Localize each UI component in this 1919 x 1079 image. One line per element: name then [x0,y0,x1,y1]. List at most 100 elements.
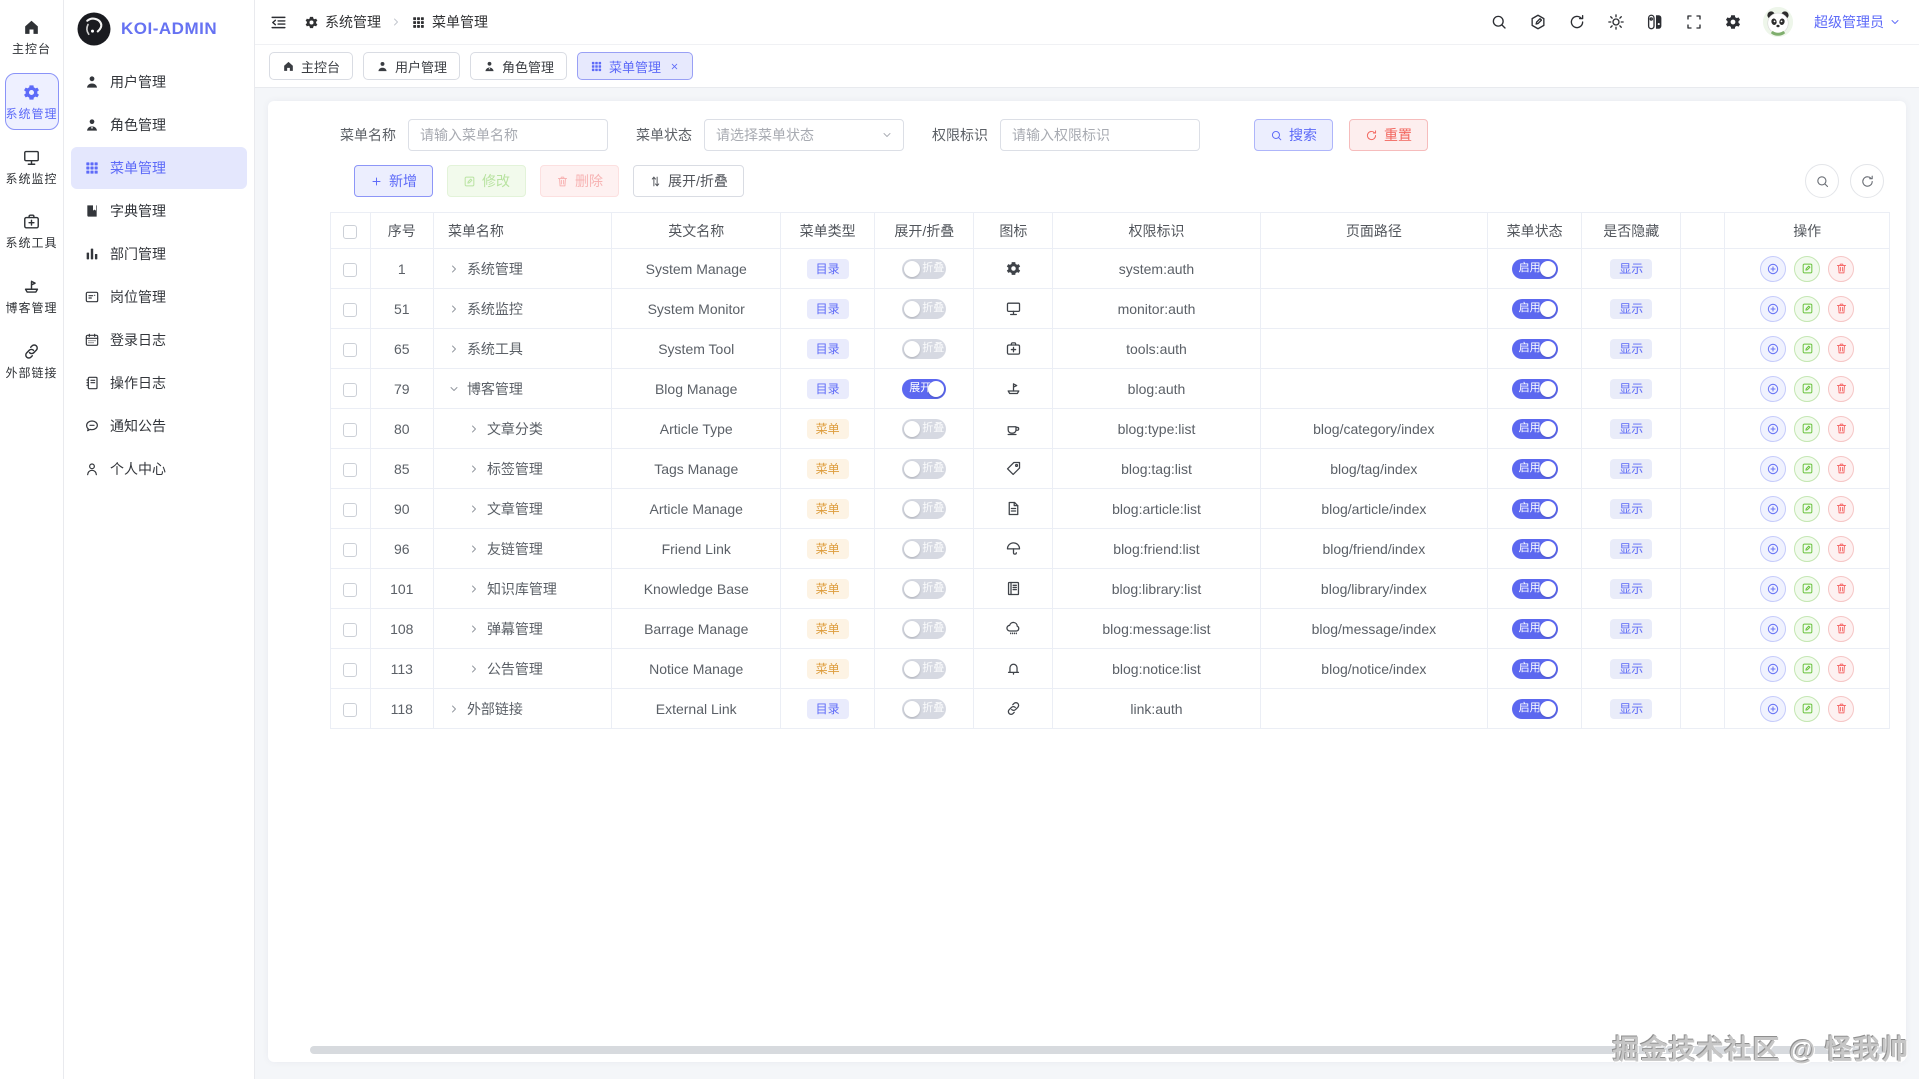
sidebar-item-calendar[interactable]: 登录日志 [71,319,247,361]
sidebar-item-role[interactable]: 角色管理 [71,104,247,146]
status-toggle[interactable]: 启用 [1512,259,1558,279]
tree-expand-icon[interactable] [468,463,480,475]
expand-toggle[interactable]: 折叠 [902,339,946,359]
table-search-button[interactable] [1805,164,1839,198]
row-edit-button[interactable] [1794,456,1820,482]
expand-toggle[interactable]: 折叠 [902,539,946,559]
row-edit-button[interactable] [1794,616,1820,642]
expand-toggle[interactable]: 折叠 [902,699,946,719]
breadcrumb-item[interactable]: 菜单管理 [411,12,488,32]
tree-expand-icon[interactable] [468,583,480,595]
row-delete-button[interactable] [1828,656,1854,682]
tab-grid[interactable]: 菜单管理 [577,52,693,80]
tab-home[interactable]: 主控台 [269,52,353,80]
row-add-button[interactable] [1760,456,1786,482]
row-delete-button[interactable] [1828,296,1854,322]
status-toggle[interactable]: 启用 [1512,659,1558,679]
status-toggle[interactable]: 启用 [1512,499,1558,519]
row-delete-button[interactable] [1828,376,1854,402]
menu-status-select[interactable]: 请选择菜单状态 [704,119,904,151]
sidebar-item-card[interactable]: 岗位管理 [71,276,247,318]
row-checkbox[interactable] [343,303,357,317]
row-delete-button[interactable] [1828,256,1854,282]
row-delete-button[interactable] [1828,536,1854,562]
row-delete-button[interactable] [1828,696,1854,722]
status-toggle[interactable]: 启用 [1512,699,1558,719]
row-delete-button[interactable] [1828,496,1854,522]
row-add-button[interactable] [1760,656,1786,682]
row-edit-button[interactable] [1794,496,1820,522]
refresh-icon[interactable] [1568,13,1586,31]
expand-toggle[interactable]: 折叠 [902,499,946,519]
search-icon[interactable] [1490,13,1508,31]
row-checkbox[interactable] [343,503,357,517]
row-delete-button[interactable] [1828,576,1854,602]
tree-expand-icon[interactable] [448,343,460,355]
breadcrumb-item[interactable]: 系统管理 [304,12,381,32]
expand-toggle[interactable]: 折叠 [902,459,946,479]
sidebar-item-chat[interactable]: 通知公告 [71,405,247,447]
status-toggle[interactable]: 启用 [1512,459,1558,479]
sidebar-item-chart[interactable]: 部门管理 [71,233,247,275]
expand-toggle[interactable]: 展开 [902,379,946,399]
console-icon[interactable] [1646,13,1664,31]
select-all-checkbox[interactable] [343,225,357,239]
row-add-button[interactable] [1760,616,1786,642]
sidebar-item-book[interactable]: 字典管理 [71,190,247,232]
row-add-button[interactable] [1760,376,1786,402]
pen-icon[interactable] [1529,13,1547,31]
expand-toggle[interactable]: 折叠 [902,619,946,639]
rail-item-gear[interactable]: 系统管理 [5,73,59,130]
row-add-button[interactable] [1760,256,1786,282]
row-edit-button[interactable] [1794,296,1820,322]
sidebar-item-user[interactable]: 用户管理 [71,61,247,103]
tab-close-icon[interactable] [669,61,680,72]
row-edit-button[interactable] [1794,416,1820,442]
sidebar-item-person[interactable]: 个人中心 [71,448,247,490]
expand-toggle[interactable]: 折叠 [902,659,946,679]
tree-expand-icon[interactable] [468,543,480,555]
expand-toggle[interactable]: 折叠 [902,299,946,319]
status-toggle[interactable]: 启用 [1512,539,1558,559]
tree-expand-icon[interactable] [468,623,480,635]
table-refresh-button[interactable] [1850,164,1884,198]
user-avatar[interactable] [1763,7,1793,37]
tree-expand-icon[interactable] [448,303,460,315]
row-add-button[interactable] [1760,496,1786,522]
tab-role[interactable]: 角色管理 [470,52,567,80]
status-toggle[interactable]: 启用 [1512,379,1558,399]
row-checkbox[interactable] [343,463,357,477]
row-delete-button[interactable] [1828,336,1854,362]
search-button[interactable]: 搜索 [1254,119,1333,151]
row-add-button[interactable] [1760,336,1786,362]
tab-user[interactable]: 用户管理 [363,52,460,80]
rail-item-link[interactable]: 外部链接 [5,332,59,389]
sidebar-item-grid[interactable]: 菜单管理 [71,147,247,189]
menu-name-input[interactable] [408,119,608,151]
row-add-button[interactable] [1760,696,1786,722]
row-checkbox[interactable] [343,703,357,717]
row-checkbox[interactable] [343,663,357,677]
brand[interactable]: KOI-ADMIN [64,0,254,60]
fullscreen-icon[interactable] [1685,13,1703,31]
row-edit-button[interactable] [1794,576,1820,602]
status-toggle[interactable]: 启用 [1512,619,1558,639]
tree-expand-icon[interactable] [468,503,480,515]
row-checkbox[interactable] [343,263,357,277]
row-edit-button[interactable] [1794,656,1820,682]
status-toggle[interactable]: 启用 [1512,339,1558,359]
status-toggle[interactable]: 启用 [1512,299,1558,319]
tree-expand-icon[interactable] [468,423,480,435]
row-add-button[interactable] [1760,536,1786,562]
tree-expand-icon[interactable] [448,263,460,275]
row-add-button[interactable] [1760,416,1786,442]
expand-toggle[interactable]: 折叠 [902,579,946,599]
row-delete-button[interactable] [1828,616,1854,642]
row-edit-button[interactable] [1794,376,1820,402]
expand-toggle[interactable]: 折叠 [902,259,946,279]
row-add-button[interactable] [1760,296,1786,322]
row-checkbox[interactable] [343,623,357,637]
rail-item-home[interactable]: 主控台 [5,8,59,65]
rail-item-boat[interactable]: 博客管理 [5,267,59,324]
rail-item-toolbox[interactable]: 系统工具 [5,202,59,259]
